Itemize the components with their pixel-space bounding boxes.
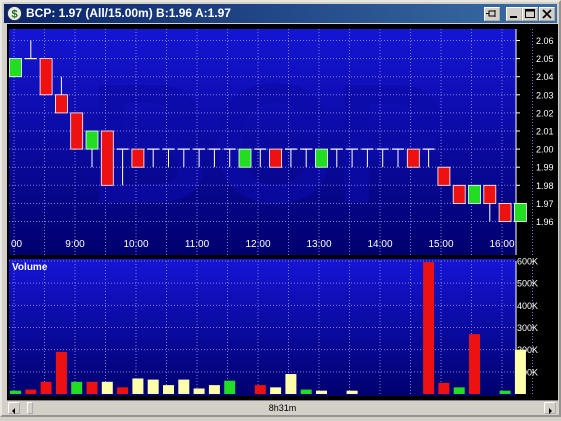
volume-bar: [147, 379, 159, 394]
volume-bar: [86, 381, 98, 394]
volume-bar: [285, 374, 297, 394]
volume-bar: [101, 381, 113, 394]
candle-body: [70, 112, 84, 150]
candle: [70, 112, 84, 150]
candle-body: [131, 148, 145, 168]
volume-panel-title: Volume: [12, 262, 48, 273]
candle-body: [9, 58, 22, 78]
candle: [269, 148, 283, 168]
candle: [315, 148, 328, 168]
candle-body: [315, 148, 328, 168]
volume-bar: [224, 380, 236, 394]
candle: [514, 202, 527, 222]
volume-bar: [423, 262, 435, 394]
candle: [238, 148, 252, 168]
price-tick-label: 2.00: [536, 145, 554, 155]
volume-tick-label: 500K: [517, 279, 538, 289]
volume-bar: [163, 385, 174, 394]
volume-bar: [71, 381, 83, 394]
symbol-watermark: BCP: [88, 49, 447, 239]
price-tick-label: 2.01: [536, 127, 554, 137]
price-tick-label: 1.99: [536, 163, 554, 173]
candle: [498, 202, 512, 222]
candle-body: [514, 202, 527, 222]
time-span-label: 8h31m: [268, 403, 297, 413]
volume-bar: [10, 390, 21, 394]
volume-bar: [40, 381, 52, 394]
candle: [39, 58, 53, 96]
volume-bar: [316, 390, 327, 394]
candle: [9, 58, 22, 78]
volume-bar: [453, 387, 465, 394]
time-tick-label: 15:00: [428, 239, 453, 250]
scroll-right-icon: [549, 408, 552, 414]
candle-body: [85, 130, 99, 150]
time-tick-label: 13:00: [306, 239, 331, 250]
candle-body: [55, 94, 68, 114]
volume-bar: [499, 390, 511, 394]
price-tick-label: 1.96: [536, 217, 554, 227]
volume-bar: [346, 390, 358, 394]
volume-bar: [178, 379, 190, 394]
price-tick-label: 2.06: [536, 36, 554, 46]
candle: [437, 166, 451, 186]
candle-body: [483, 184, 497, 204]
candle-body: [468, 184, 481, 204]
volume-tick-label: 400K: [517, 301, 538, 311]
price-tick-label: 2.02: [536, 108, 554, 118]
candle-body: [406, 148, 420, 168]
candle: [131, 148, 145, 168]
volume-tick-label: 300K: [517, 323, 538, 333]
volume-bar: [193, 388, 205, 394]
volume-bar: [514, 349, 526, 394]
price-tick-label: 1.97: [536, 199, 554, 209]
time-tick-label: 14:00: [367, 239, 392, 250]
chart-window: $ BCP: 1.97 (All/15.00m) B:1.96 A:1.97 B…: [0, 0, 561, 417]
volume-bar: [254, 385, 266, 394]
candle-body: [452, 184, 466, 204]
volume-bar: [469, 334, 480, 394]
candle-body: [238, 148, 252, 168]
time-tick-label: 00: [11, 239, 23, 250]
horizontal-scrollbar[interactable]: 8h31m: [7, 400, 558, 415]
price-tick-label: 2.05: [536, 54, 554, 64]
volume-bar: [270, 387, 282, 394]
candle-body: [498, 202, 512, 222]
time-tick-label: 9:00: [65, 239, 85, 250]
chart-area: BCP 1.96 1.97 1.98 1.99 2.00 2.01 2.02 2.03 2.04…: [7, 24, 558, 400]
price-tick-label: 2.04: [536, 72, 554, 82]
candle: [406, 148, 420, 168]
candle-body: [39, 58, 53, 96]
candle: [452, 184, 466, 204]
volume-bar: [117, 387, 129, 394]
volume-tick-label: 600K: [517, 257, 538, 267]
volume-bar: [438, 382, 450, 394]
candle-body: [100, 130, 114, 186]
price-tick-label: 2.03: [536, 90, 554, 100]
candle: [468, 184, 481, 204]
time-tick-label: 11:00: [185, 239, 210, 250]
price-tick-label: 1.98: [536, 181, 554, 191]
time-tick-label: 16:00: [489, 239, 514, 250]
candle: [100, 130, 114, 186]
candle-body: [269, 148, 283, 168]
volume-bar: [55, 351, 67, 394]
volume-bar: [25, 389, 37, 394]
volume-bar: [300, 389, 312, 394]
volume-bar: [208, 385, 220, 394]
candle-body: [437, 166, 451, 186]
time-tick-label: 12:00: [245, 239, 270, 250]
volume-panel-background: [9, 259, 516, 396]
volume-bar: [132, 378, 144, 394]
time-tick-label: 10:00: [123, 239, 148, 250]
scroll-right-button[interactable]: [544, 402, 556, 414]
